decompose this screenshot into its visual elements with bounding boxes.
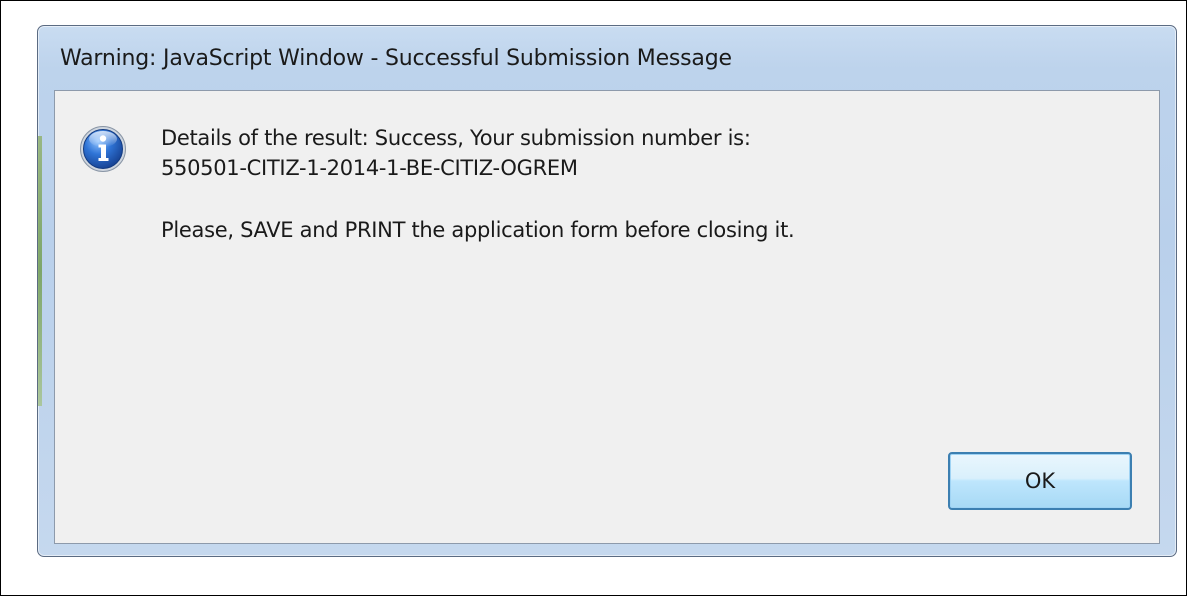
dialog-message: Details of the result: Success, Your sub…	[161, 123, 1121, 245]
dialog-title-bar[interactable]: Warning: JavaScript Window - Successful …	[38, 26, 1176, 90]
ok-button[interactable]: OK	[948, 452, 1132, 510]
dialog-title: Warning: JavaScript Window - Successful …	[60, 46, 732, 71]
screenshot-frame: Warning: JavaScript Window - Successful …	[0, 0, 1187, 596]
message-spacer	[161, 183, 1121, 215]
message-instruction-line: Please, SAVE and PRINT the application f…	[161, 218, 795, 242]
submission-number: 550501-CITIZ-1-2014-1-BE-CITIZ-OGREM	[161, 156, 578, 180]
dialog-body: Details of the result: Success, Your sub…	[54, 90, 1160, 544]
info-icon	[79, 125, 127, 173]
alert-dialog: Warning: JavaScript Window - Successful …	[37, 25, 1177, 557]
background-window-edge	[38, 136, 42, 406]
message-result-line: Details of the result: Success, Your sub…	[161, 126, 751, 150]
